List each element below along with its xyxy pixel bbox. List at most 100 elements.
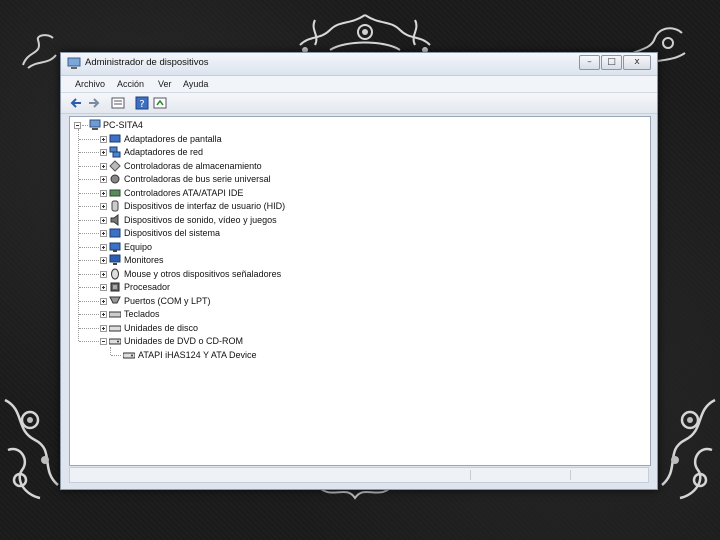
storage-controller-icon xyxy=(109,159,121,172)
window-controls: – □ x xyxy=(579,55,651,70)
tree-connector xyxy=(79,219,99,222)
menu-accion[interactable]: Acción xyxy=(117,79,144,89)
back-arrow-icon[interactable] xyxy=(69,96,83,110)
collapse-icon[interactable] xyxy=(74,122,81,129)
expand-icon[interactable] xyxy=(100,257,107,264)
tree-connector xyxy=(79,260,99,262)
minimize-button[interactable]: – xyxy=(579,55,600,70)
usb-controller-icon xyxy=(110,174,120,184)
category-label: Unidades de disco xyxy=(124,322,199,333)
collapse-icon[interactable] xyxy=(100,338,107,345)
category-label: Controladoras de bus serie universal xyxy=(124,174,271,184)
tree-guide-line-root xyxy=(78,129,79,341)
status-bar xyxy=(69,467,649,483)
tree-connector xyxy=(79,165,99,168)
close-button[interactable]: x xyxy=(623,55,651,70)
system-device-icon xyxy=(109,228,121,238)
dvd-device-icon xyxy=(123,352,135,358)
help-icon[interactable]: ? xyxy=(135,96,149,110)
menu-ver[interactable]: Ver xyxy=(158,79,172,89)
tree-connector xyxy=(79,341,99,343)
processor-icon xyxy=(110,282,120,292)
close-icon: x xyxy=(634,57,640,67)
tree-connector xyxy=(79,300,99,303)
tree-connector xyxy=(79,273,99,276)
category-label: Equipo xyxy=(124,241,153,252)
tree-connector xyxy=(111,354,121,357)
tree-connector xyxy=(79,327,99,330)
port-icon xyxy=(109,296,121,303)
maximize-button[interactable]: □ xyxy=(601,55,622,70)
menu-archivo[interactable]: Archivo xyxy=(75,79,105,89)
network-adapter-icon xyxy=(109,146,121,158)
expand-icon[interactable] xyxy=(100,243,107,251)
hid-device-icon xyxy=(111,200,119,212)
expand-icon[interactable] xyxy=(100,135,107,143)
expand-icon[interactable] xyxy=(100,284,107,291)
category-label: Dispositivos de interfaz de usuario (HID… xyxy=(124,201,286,211)
ornament-top-left-decoration xyxy=(22,34,57,69)
expand-icon[interactable] xyxy=(100,270,107,278)
category-label: Puertos (COM y LPT) xyxy=(124,295,211,306)
status-divider xyxy=(470,470,471,480)
menu-bar: Archivo Acción Ver Ayuda xyxy=(61,76,657,93)
expand-icon[interactable] xyxy=(100,230,107,237)
expand-icon[interactable] xyxy=(100,324,107,332)
sound-device-icon xyxy=(110,213,119,226)
expand-icon[interactable] xyxy=(100,176,107,183)
toolbar: ? xyxy=(61,93,657,114)
ide-controller-icon xyxy=(109,189,121,196)
device-manager-window: Administrador de dispositivos – □ x Arch… xyxy=(60,52,658,490)
svg-text:?: ? xyxy=(139,99,144,110)
tree-connector xyxy=(79,179,99,181)
computer-icon xyxy=(89,119,101,130)
dvd-drive-icon xyxy=(109,338,121,345)
category-label: Mouse y otros dispositivos señaladores xyxy=(124,268,282,279)
ornament-left-decoration xyxy=(4,398,59,500)
computer-category-icon xyxy=(109,242,121,252)
window-title: Administrador de dispositivos xyxy=(85,57,209,68)
tree-connector xyxy=(79,246,99,249)
display-adapter-icon xyxy=(109,134,121,142)
disk-drive-icon xyxy=(109,325,121,331)
minimize-icon: – xyxy=(587,57,592,67)
device-manager-icon xyxy=(67,57,81,69)
tree-root-label: PC-SITA4 xyxy=(103,120,143,130)
tree-connector xyxy=(79,206,99,208)
category-label: Adaptadores de red xyxy=(124,147,204,157)
category-label: Procesador xyxy=(124,282,171,292)
category-label: Unidades de DVD o CD-ROM xyxy=(124,336,244,346)
expand-icon[interactable] xyxy=(100,203,107,210)
monitor-icon xyxy=(109,254,121,265)
properties-icon[interactable] xyxy=(111,96,125,110)
expand-icon[interactable] xyxy=(100,311,107,318)
title-bar[interactable]: Administrador de dispositivos – □ x xyxy=(61,53,657,76)
category-label: Adaptadores de pantalla xyxy=(124,133,222,144)
expand-icon[interactable] xyxy=(100,149,107,156)
expand-icon[interactable] xyxy=(100,162,107,170)
menu-ayuda[interactable]: Ayuda xyxy=(183,79,208,89)
tree-connector xyxy=(79,138,99,141)
category-label: Controladores ATA/ATAPI IDE xyxy=(124,187,244,198)
expand-icon[interactable] xyxy=(100,297,107,305)
status-divider xyxy=(570,470,571,480)
maximize-icon: □ xyxy=(607,57,616,67)
category-label: Controladoras de almacenamiento xyxy=(124,160,262,171)
category-label: Dispositivos del sistema xyxy=(124,228,221,238)
category-label: Dispositivos de sonido, vídeo y juegos xyxy=(124,214,277,225)
tree-connector xyxy=(79,287,99,289)
device-label: ATAPI iHAS124 Y ATA Device xyxy=(138,349,257,360)
update-driver-icon[interactable] xyxy=(153,96,167,110)
device-tree[interactable]: PC-SITA4 Adaptadores de pantalla Adaptad… xyxy=(69,116,651,466)
tree-connector xyxy=(82,125,88,127)
tree-connector xyxy=(79,192,99,195)
tree-connector xyxy=(79,152,99,154)
expand-icon[interactable] xyxy=(100,216,107,224)
keyboard-icon xyxy=(109,311,121,318)
expand-icon[interactable] xyxy=(100,189,107,197)
forward-arrow-icon[interactable] xyxy=(87,96,101,110)
category-label: Monitores xyxy=(124,255,164,265)
tree-connector xyxy=(79,314,99,316)
mouse-icon xyxy=(111,268,119,279)
ornament-right-decoration xyxy=(661,398,716,500)
